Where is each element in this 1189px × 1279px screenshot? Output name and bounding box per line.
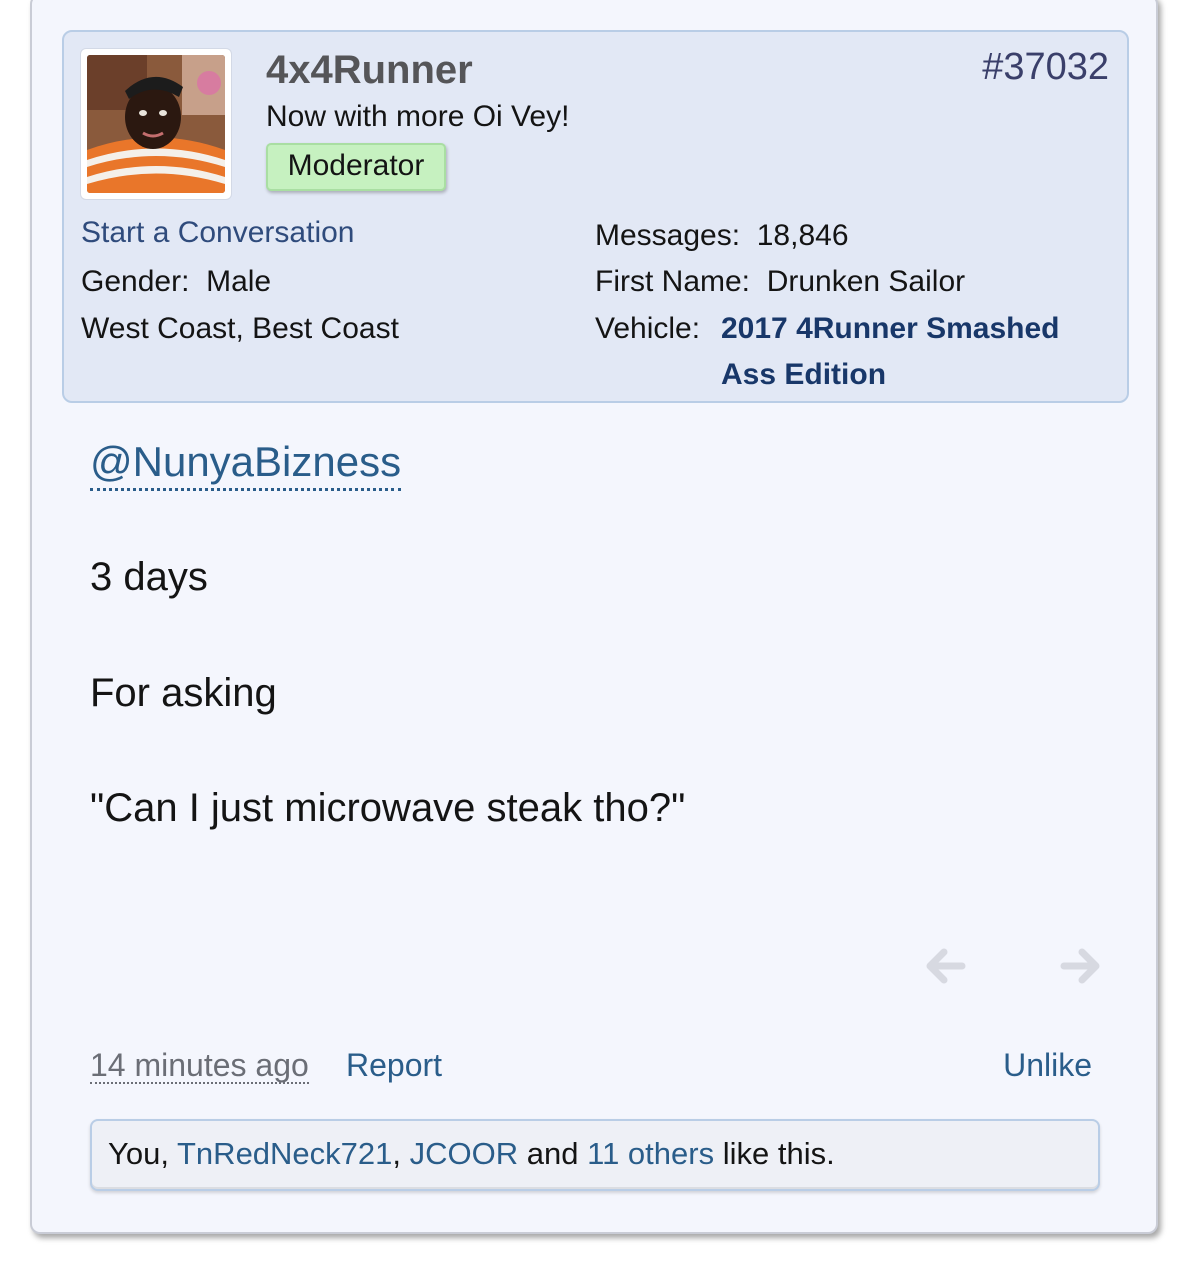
arrow-left-icon[interactable] xyxy=(922,942,970,990)
message-line: "Can I just microwave steak tho?" xyxy=(90,786,686,830)
likes-you: You, xyxy=(108,1136,169,1171)
post-number-link[interactable]: #37032 xyxy=(982,46,1109,89)
location: West Coast, Best Coast xyxy=(81,312,399,345)
gender-label: Gender: xyxy=(81,265,190,298)
arrow-right-icon[interactable] xyxy=(1056,942,1104,990)
avatar[interactable] xyxy=(80,48,232,200)
start-conversation-link[interactable]: Start a Conversation xyxy=(81,216,354,250)
likes-and: and xyxy=(526,1136,579,1171)
messages-label: Messages: xyxy=(595,219,741,252)
likes-separator: , xyxy=(392,1136,402,1171)
message-line: 3 days xyxy=(90,555,208,599)
first-name-value: Drunken Sailor xyxy=(766,265,966,298)
moderator-badge: Moderator xyxy=(266,143,446,191)
avatar-image xyxy=(87,55,225,193)
vehicle-label: Vehicle: xyxy=(595,312,701,345)
user-mention-link[interactable]: @NunyaBizness xyxy=(90,438,402,491)
unlike-button[interactable]: Unlike xyxy=(1003,1048,1092,1082)
first-name-row: First Name: Drunken Sailor xyxy=(595,265,965,299)
gender-value: Male xyxy=(206,265,272,298)
first-name-label: First Name: xyxy=(595,265,751,298)
username[interactable]: 4x4Runner xyxy=(266,48,473,93)
likes-summary: You, TnRedNeck721, JCOOR and 11 others l… xyxy=(90,1119,1100,1191)
gender-row: Gender: Male xyxy=(81,265,271,299)
liker-link[interactable]: JCOOR xyxy=(410,1136,519,1171)
likes-suffix: like this. xyxy=(722,1136,835,1171)
liker-link[interactable]: TnRedNeck721 xyxy=(177,1136,392,1171)
messages-value: 18,846 xyxy=(756,219,849,252)
messages-row: Messages: 18,846 xyxy=(595,219,849,253)
report-link[interactable]: Report xyxy=(346,1048,442,1082)
post-timestamp[interactable]: 14 minutes ago xyxy=(90,1048,309,1084)
likes-others-link[interactable]: 11 others xyxy=(587,1136,714,1171)
vehicle-value: 2017 4Runner Smashed Ass Edition xyxy=(721,312,1060,391)
message-line: For asking xyxy=(90,671,277,715)
user-title: Now with more Oi Vey! xyxy=(266,100,570,133)
